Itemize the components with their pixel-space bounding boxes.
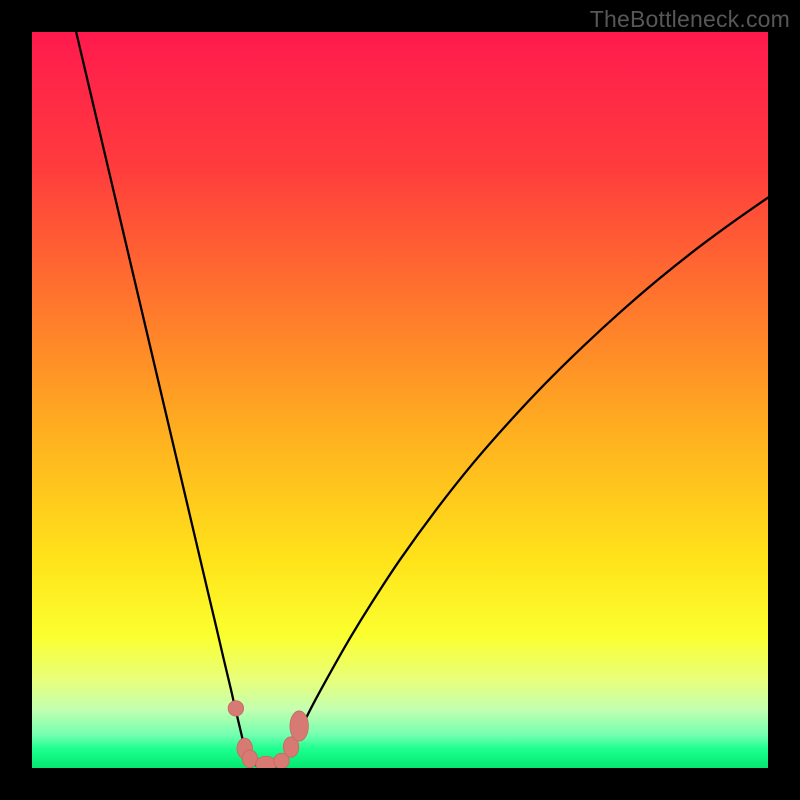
curve-marker — [256, 756, 277, 768]
plot-area — [32, 32, 768, 768]
curve-marker — [228, 701, 243, 716]
watermark-text: TheBottleneck.com — [590, 6, 790, 33]
curve-marker — [290, 711, 308, 741]
gradient-background — [32, 32, 768, 768]
chart-svg — [32, 32, 768, 768]
chart-frame: TheBottleneck.com — [0, 0, 800, 800]
curve-marker — [242, 750, 257, 768]
